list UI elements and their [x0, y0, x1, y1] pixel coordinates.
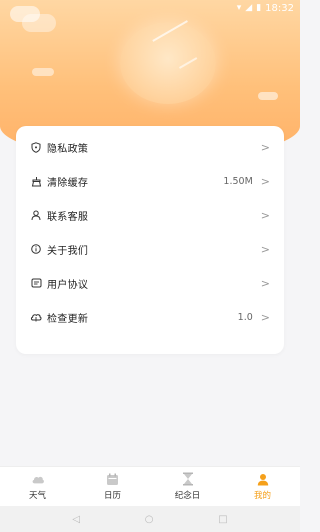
cloud-decoration	[22, 14, 56, 32]
status-time: 18:32	[265, 2, 294, 14]
menu-item-label: 关于我们	[47, 245, 89, 257]
battery-icon: ▮	[256, 2, 262, 13]
menu-item-clear-cache[interactable]: 清除缓存 1.50M >	[16, 164, 284, 198]
recents-icon[interactable]: □	[218, 514, 227, 525]
shield-icon	[30, 141, 42, 153]
tab-label: 日历	[103, 491, 121, 501]
user-icon	[256, 472, 270, 486]
person-icon	[30, 209, 42, 221]
menu-item-about-us[interactable]: 关于我们 >	[16, 232, 284, 266]
cloud-decoration	[32, 68, 54, 76]
weather-icon	[31, 472, 45, 486]
menu-item-label: 隐私政策	[47, 143, 89, 155]
home-icon[interactable]: ○	[145, 514, 154, 525]
tab-label: 纪念日	[174, 491, 201, 501]
chevron-right-icon: >	[260, 242, 270, 256]
system-nav-bar: ◁ ○ □	[0, 506, 300, 532]
menu-item-label: 联系客服	[47, 211, 89, 223]
tab-label: 我的	[253, 491, 271, 501]
wifi-icon: ▾	[236, 2, 242, 13]
bottom-tab-bar: 天气 日历 纪念日 我的	[0, 466, 300, 506]
tab-weather[interactable]: 天气	[0, 467, 75, 506]
menu-item-label: 清除缓存	[47, 177, 89, 189]
chevron-right-icon: >	[260, 276, 270, 290]
document-icon	[30, 277, 42, 289]
version-value: 1.0	[237, 311, 253, 323]
info-icon	[30, 243, 42, 255]
back-icon[interactable]: ◁	[72, 514, 80, 525]
tab-anniversary[interactable]: 纪念日	[150, 467, 225, 506]
chevron-right-icon: >	[260, 310, 270, 324]
settings-card: 隐私政策 > 清除缓存 1.50M > 联系客服 > 关于我们 > 用户协议 >	[16, 126, 284, 354]
menu-item-privacy-policy[interactable]: 隐私政策 >	[16, 130, 284, 164]
cloud-icon	[30, 311, 42, 323]
tab-label: 天气	[28, 491, 46, 501]
chevron-right-icon: >	[260, 208, 270, 222]
menu-item-label: 检查更新	[47, 313, 89, 325]
calendar-icon	[106, 472, 120, 486]
tab-calendar[interactable]: 日历	[75, 467, 150, 506]
tab-mine[interactable]: 我的	[225, 467, 300, 506]
menu-item-user-agreement[interactable]: 用户协议 >	[16, 266, 284, 300]
sun-decoration	[120, 22, 216, 104]
broom-icon	[30, 175, 42, 187]
hourglass-icon	[181, 472, 195, 486]
menu-item-contact-support[interactable]: 联系客服 >	[16, 198, 284, 232]
signal-icon: ◢	[245, 2, 253, 13]
menu-item-label: 用户协议	[47, 279, 89, 291]
cache-size-value: 1.50M	[223, 175, 253, 187]
chevron-right-icon: >	[260, 140, 270, 154]
chevron-right-icon: >	[260, 174, 270, 188]
menu-item-check-update[interactable]: 检查更新 1.0 >	[16, 300, 284, 334]
cloud-decoration	[258, 92, 278, 100]
